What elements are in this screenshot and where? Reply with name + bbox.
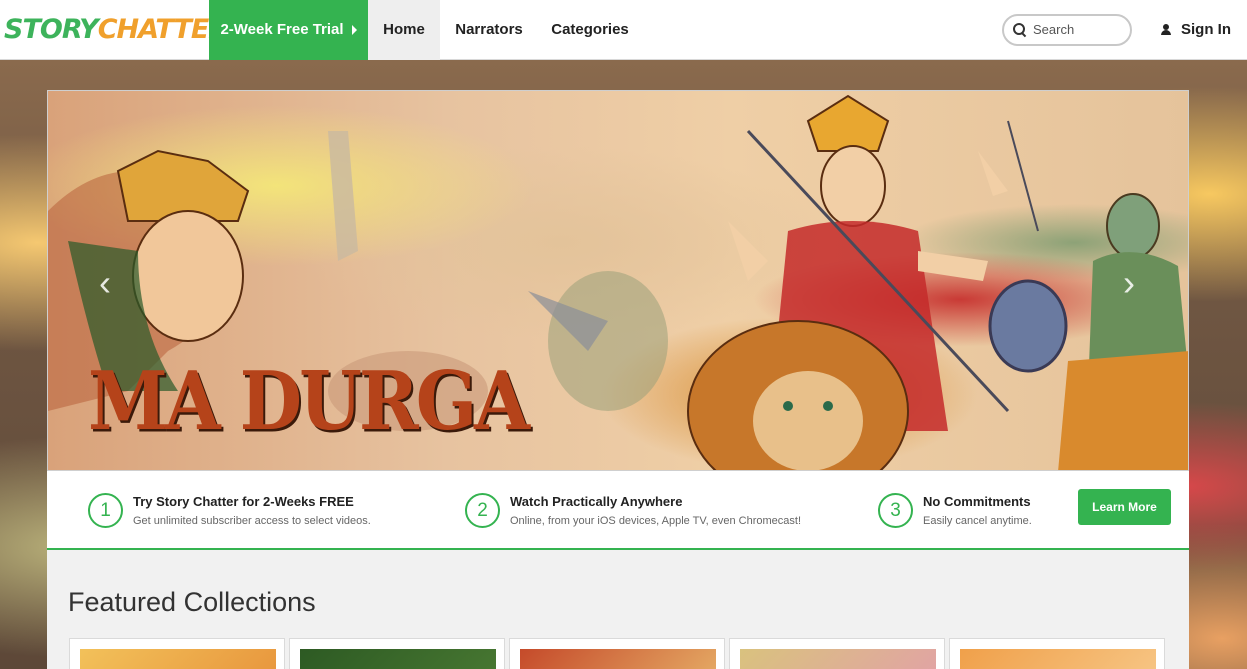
free-trial-label: 2-Week Free Trial [220,21,344,38]
nav-narrators[interactable]: Narrators [440,0,538,60]
nav-home[interactable]: Home [368,0,440,60]
nav-categories[interactable]: Categories [538,0,642,60]
story-chatter-logo[interactable]: STORY CHATTER [0,0,229,60]
search-input[interactable]: Search [1002,13,1132,46]
step-subtitle-1: Get unlimited subscriber access to selec… [133,515,371,527]
top-navigation-bar: STORY CHATTER 2-Week Free Trial Home Narr… [0,0,1247,60]
collection-thumbnail [740,649,936,669]
trial-steps-bar: 1 Try Story Chatter for 2-Weeks FREE Get… [47,471,1189,550]
featured-collections-heading: Featured Collections [68,587,316,617]
search-placeholder: Search [1033,22,1075,37]
step-2: 2 Watch Practically Anywhere Online, fro… [465,492,801,528]
sign-in-link[interactable]: Sign In [1160,21,1231,38]
step-3: 3 No Commitments Easily cancel anytime. [878,492,1032,528]
collection-card-2[interactable] [289,638,505,669]
step-number-3: 3 [878,493,913,528]
step-number-1: 1 [88,493,123,528]
collection-card-4[interactable] [729,638,945,669]
collection-card-5[interactable] [949,638,1165,669]
hero-title: MA DURGA [88,353,530,449]
step-title-1: Try Story Chatter for 2-Weeks FREE [133,494,354,509]
collection-card-3[interactable] [509,638,725,669]
user-icon [1160,23,1172,36]
collection-thumbnail [520,649,716,669]
caret-right-icon [351,24,357,35]
learn-more-button[interactable]: Learn More [1078,489,1171,525]
free-trial-button[interactable]: 2-Week Free Trial [209,0,368,60]
step-number-2: 2 [465,493,500,528]
collection-card-1[interactable] [69,638,285,669]
main-content-card: MA DURGA ‹ › 1 Try Story Chatter for 2-W… [47,90,1189,669]
hero-carousel[interactable]: MA DURGA ‹ › [47,90,1189,471]
step-title-3: No Commitments [923,494,1031,509]
search-icon [1013,22,1027,37]
step-1: 1 Try Story Chatter for 2-Weeks FREE Get… [88,492,371,528]
step-subtitle-2: Online, from your iOS devices, Apple TV,… [510,515,802,527]
collection-thumbnail [960,649,1156,669]
carousel-next-arrow[interactable]: › [1118,263,1140,303]
step-title-2: Watch Practically Anywhere [510,494,683,509]
logo-text-story: STORY [4,14,99,45]
collection-thumbnail [300,649,496,669]
step-subtitle-3: Easily cancel anytime. [923,515,1032,527]
carousel-prev-arrow[interactable]: ‹ [94,263,116,303]
sign-in-label: Sign In [1181,21,1231,38]
collection-thumbnail [80,649,276,669]
